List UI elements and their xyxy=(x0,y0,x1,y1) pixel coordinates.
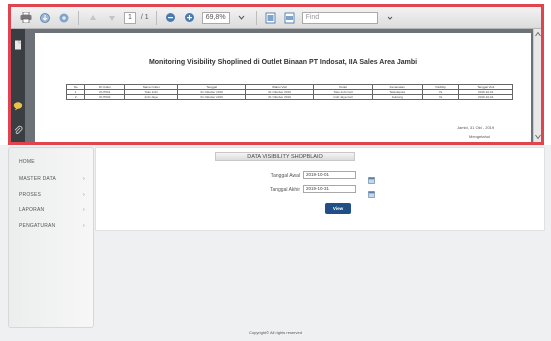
find-input[interactable]: Find xyxy=(301,11,378,24)
zoom-in-icon[interactable] xyxy=(183,11,197,25)
end-date-label: Tanggal Akhir xyxy=(269,187,300,193)
save-icon[interactable] xyxy=(38,11,52,25)
pdf-sidebar xyxy=(11,29,25,142)
attachment-icon[interactable] xyxy=(13,122,23,134)
table-row: 2 OUT002 Indri Jaya 01 Oktober 2019 01 O… xyxy=(65,94,513,100)
pdf-toolbar: 1 / 1 69,8% Find xyxy=(11,7,541,29)
pdf-scrollbar[interactable] xyxy=(533,29,541,142)
pdf-sign-date: Jambi, 31 Okt - 2019 xyxy=(457,125,495,130)
page-total: / 1 xyxy=(140,14,149,21)
table-cell: Indri Jaya xyxy=(124,94,179,100)
form-header: DATA VISIBILITY SHOPBLAIO xyxy=(215,152,355,161)
table-cell: 2019-10-01 xyxy=(458,94,513,100)
previous-page-icon[interactable] xyxy=(86,11,100,25)
sidebar-item-pengaturan[interactable]: PENGATURAN xyxy=(19,223,55,229)
pdf-sign-role: Mengetahui xyxy=(469,134,490,139)
pdf-page: Monitoring Visibility Shoplined di Outle… xyxy=(35,33,531,142)
zoom-select[interactable]: 69,8% xyxy=(201,11,230,24)
table-cell: Ya xyxy=(421,94,460,100)
start-date-input[interactable]: 2019-10-01 xyxy=(303,171,356,179)
sidebar-item-proses[interactable]: PROSES xyxy=(19,192,41,198)
zoom-out-icon[interactable] xyxy=(164,11,178,25)
calendar-icon[interactable] xyxy=(368,171,375,184)
table-cell: Indri Jaya Cell xyxy=(313,94,373,100)
table-cell: OUT002 xyxy=(84,94,126,100)
sidebar-item-master-data[interactable]: MASTER DATA xyxy=(19,176,56,182)
sidebar: HOME MASTER DATA › PROSES › LAPORAN › PE… xyxy=(8,147,94,328)
table-cell: Jelutung xyxy=(371,94,423,100)
calendar-icon[interactable] xyxy=(368,185,375,198)
fit-width-icon[interactable] xyxy=(283,11,297,25)
chevron-right-icon: › xyxy=(83,176,85,182)
end-date-input[interactable]: 2019-10-31 xyxy=(303,185,356,193)
pdf-viewer-frame: 1 / 1 69,8% Find Monitoring Visibility S… xyxy=(8,4,544,145)
scroll-arrows-icon xyxy=(535,31,541,140)
fit-page-icon[interactable] xyxy=(264,11,278,25)
pdf-document-title: Monitoring Visibility Shoplined di Outle… xyxy=(148,59,418,66)
table-cell: 2 xyxy=(65,94,86,100)
table-cell: 01 Oktober 2019 xyxy=(177,94,247,100)
pdf-report-table: No ID Outlet Nama Outlet Tanggal Waktu V… xyxy=(65,84,513,100)
footer-copyright: Copyright© All rights reserved xyxy=(249,330,302,335)
chevron-right-icon: › xyxy=(83,192,85,198)
comment-icon[interactable] xyxy=(13,98,23,111)
print-icon[interactable] xyxy=(19,11,33,25)
toolbar-separator xyxy=(78,10,79,25)
start-date-label: Tanggal Awal xyxy=(270,173,300,179)
pages-icon[interactable] xyxy=(13,37,23,50)
find-dropdown-icon[interactable] xyxy=(383,11,397,25)
screen: 1 / 1 69,8% Find Monitoring Visibility S… xyxy=(0,0,551,341)
sidebar-item-home[interactable]: HOME xyxy=(19,159,35,165)
table-cell: 01 Oktober 2019 xyxy=(245,94,315,100)
chevron-down-icon[interactable] xyxy=(235,11,249,25)
chevron-right-icon: › xyxy=(83,223,85,229)
next-page-icon[interactable] xyxy=(105,11,119,25)
page-number-input[interactable]: 1 xyxy=(124,11,136,24)
chevron-right-icon: › xyxy=(83,207,85,213)
sidebar-item-laporan[interactable]: LAPORAN xyxy=(19,207,44,213)
view-button[interactable]: View xyxy=(325,203,351,214)
toolbar-separator xyxy=(155,10,157,25)
toolbar-separator xyxy=(255,10,257,25)
tools-icon[interactable] xyxy=(57,11,71,25)
